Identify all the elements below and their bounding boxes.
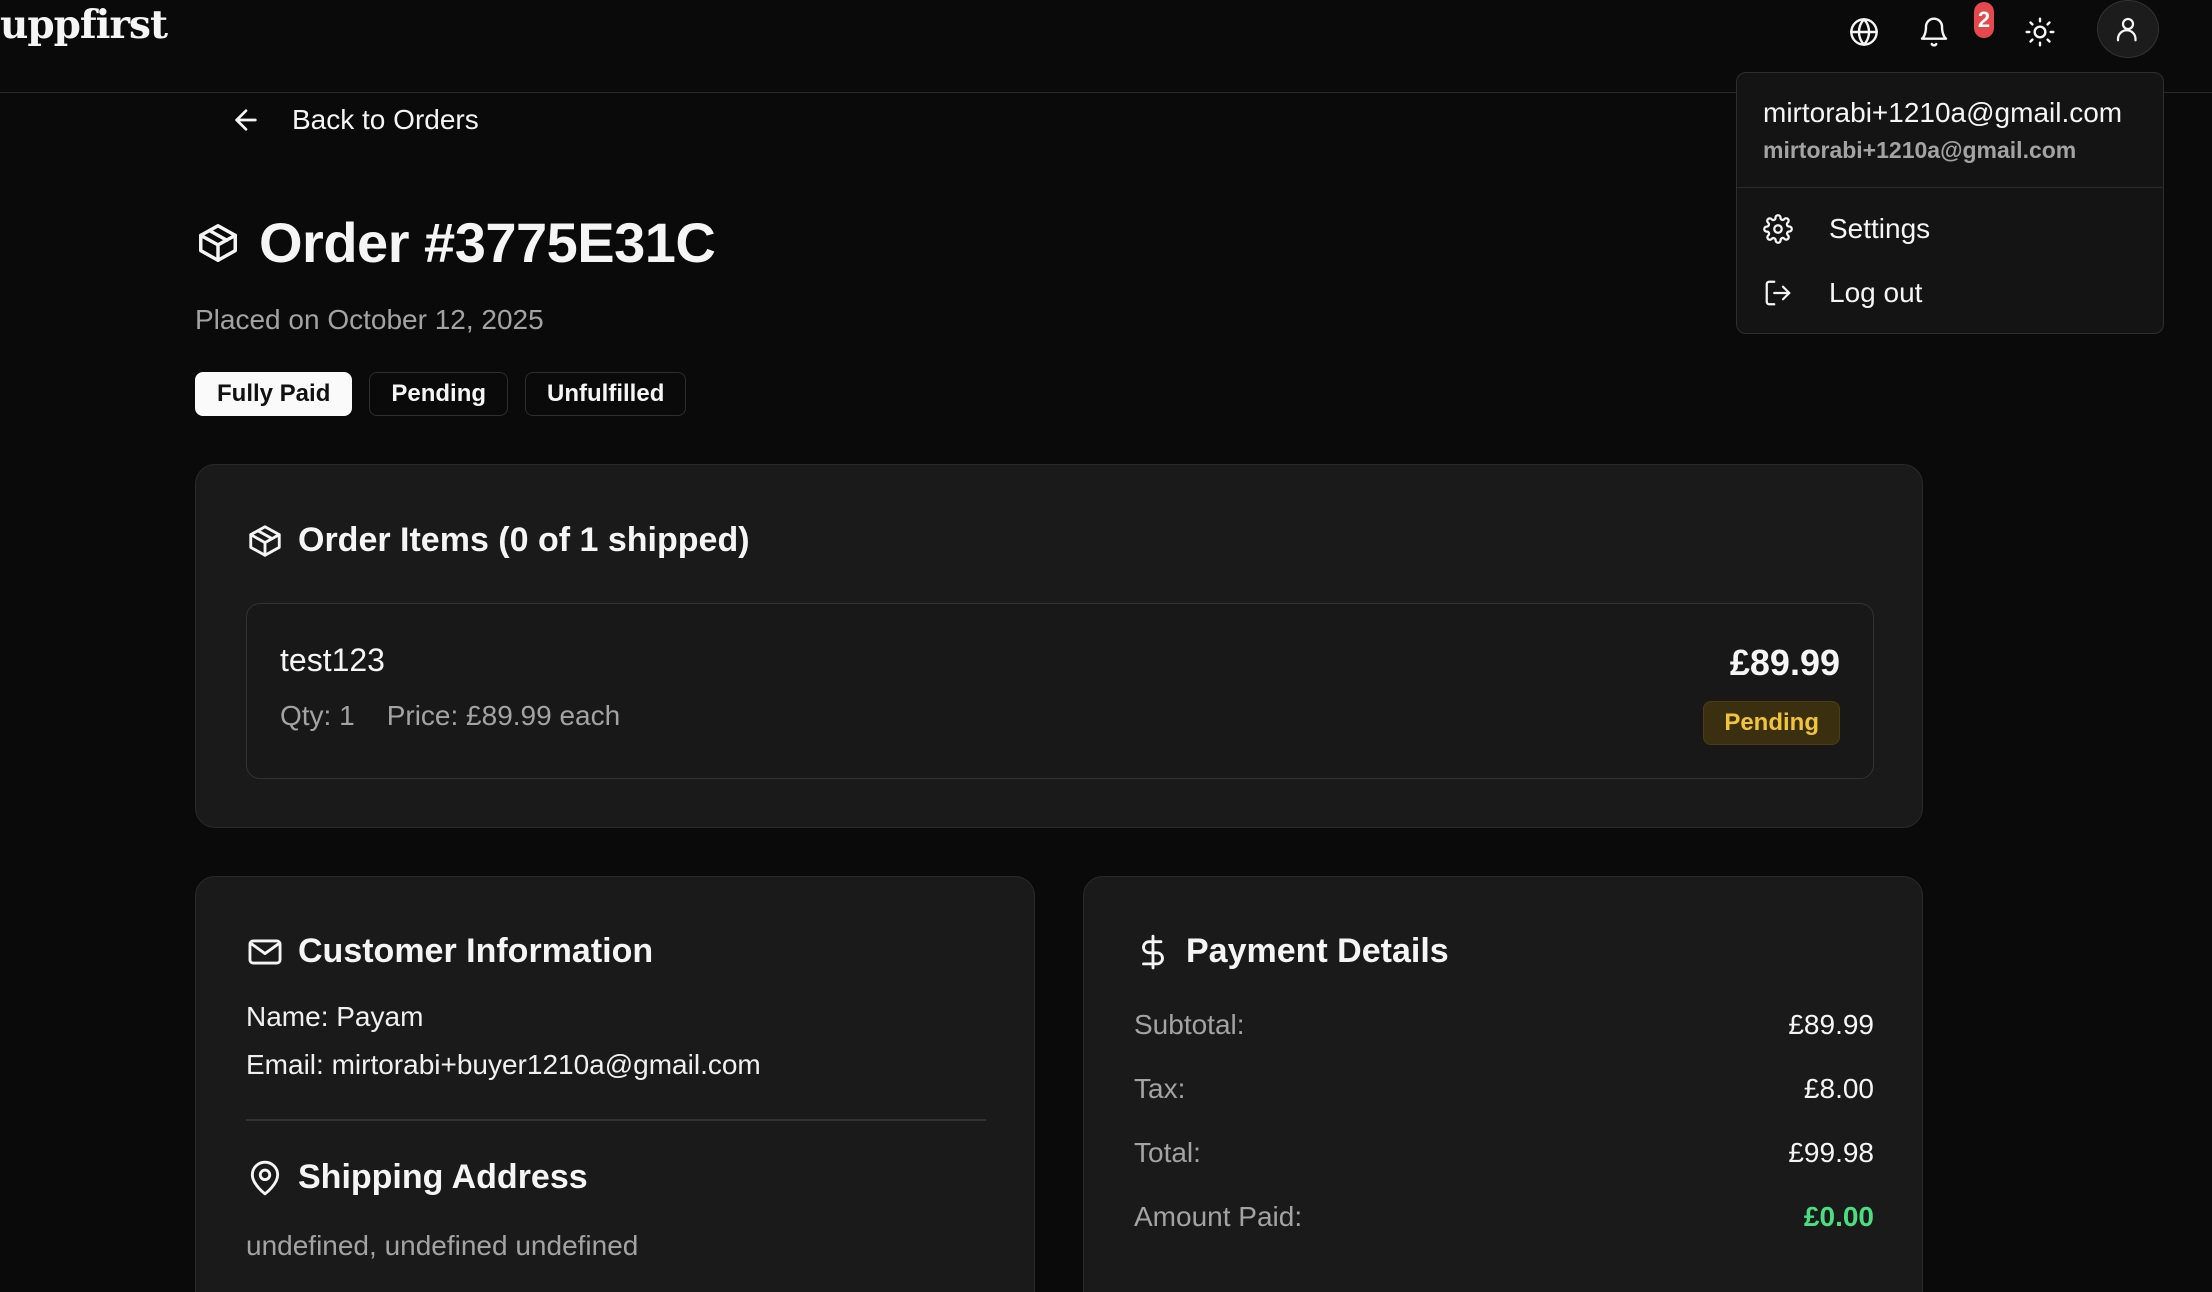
customer-email: Email: mirtorabi+buyer1210a@gmail.com	[246, 1049, 761, 1080]
customer-information-heading: Customer Information	[246, 932, 653, 971]
notification-count-badge: 2	[1974, 2, 1994, 38]
fulfillment-status-badge: Unfulfilled	[525, 372, 687, 416]
dollar-sign-icon	[1142, 934, 1164, 969]
package-icon	[199, 223, 237, 262]
settings-menu-item[interactable]: Settings	[1763, 204, 2139, 254]
package-icon	[249, 524, 281, 557]
order-status-badges: Fully Paid Pending Unfulfilled	[195, 372, 687, 416]
back-to-orders-link[interactable]: Back to Orders	[230, 104, 479, 136]
user-icon	[2116, 17, 2137, 42]
subtotal-row: Subtotal: £89.99	[1134, 1009, 1874, 1040]
item-status-badge: Pending	[1703, 701, 1840, 745]
order-heading: Order #3775E31C	[195, 210, 716, 275]
payment-details-card: Payment Details Subtotal: £89.99 Tax: £8…	[1083, 876, 1923, 1292]
customer-name: Name: Payam	[246, 1001, 424, 1032]
total-row: Total: £99.98	[1134, 1137, 1874, 1168]
user-menu-button[interactable]	[2097, 0, 2159, 58]
logout-icon	[1765, 280, 1791, 306]
shipping-address-heading: Shipping Address	[246, 1158, 588, 1197]
item-meta: Qty: 1 Price: £89.99 each	[280, 700, 620, 732]
user-email: mirtorabi+1210a@gmail.com	[1763, 97, 2123, 128]
item-total-price: £89.99	[1729, 642, 1840, 683]
order-status-badge: Pending	[369, 372, 509, 416]
user-dropdown-menu: mirtorabi+1210a@gmail.com mirtorabi+1210…	[1736, 72, 2164, 334]
payment-details-heading: Payment Details	[1134, 932, 1449, 971]
amount-paid-row: Amount Paid: £0.00	[1134, 1201, 1874, 1232]
order-items-heading: Order Items (0 of 1 shipped)	[246, 521, 750, 560]
divider	[246, 1119, 986, 1121]
logout-menu-item[interactable]: Log out	[1763, 268, 2139, 318]
arrow-left-icon	[235, 109, 257, 131]
order-detail-page: uppfirst 2 Back to Orders Order #3775E31…	[0, 0, 2212, 1292]
bell-icon[interactable]	[1910, 8, 1958, 56]
item-name: test123	[280, 642, 385, 678]
settings-label: Settings	[1829, 213, 1931, 244]
item-quantity: Qty: 1	[280, 700, 355, 731]
order-date: Placed on October 12, 2025	[195, 304, 544, 335]
customer-information-card: Customer Information Name: Payam Email: …	[195, 876, 1035, 1292]
map-pin-icon	[250, 1160, 280, 1195]
sun-icon[interactable]	[2016, 8, 2064, 56]
menu-divider	[1737, 187, 2163, 188]
mail-icon	[248, 938, 282, 965]
tax-row: Tax: £8.00	[1134, 1073, 1874, 1104]
brand-logo[interactable]: uppfirst	[0, 2, 168, 48]
order-items-card: Order Items (0 of 1 shipped) test123 Qty…	[195, 464, 1923, 828]
order-item-row: test123 Qty: 1 Price: £89.99 each £89.99…	[246, 603, 1874, 779]
logout-label: Log out	[1829, 277, 1923, 308]
back-label: Back to Orders	[292, 104, 479, 135]
item-unit-price: Price: £89.99 each	[386, 700, 621, 731]
page-title: Order #3775E31C	[259, 211, 716, 274]
shipping-address: undefined, undefined undefined	[246, 1230, 639, 1261]
user-email-secondary: mirtorabi+1210a@gmail.com	[1763, 137, 2077, 163]
gear-icon	[1763, 214, 1793, 244]
globe-icon[interactable]	[1840, 8, 1888, 56]
payment-status-badge: Fully Paid	[195, 372, 353, 416]
